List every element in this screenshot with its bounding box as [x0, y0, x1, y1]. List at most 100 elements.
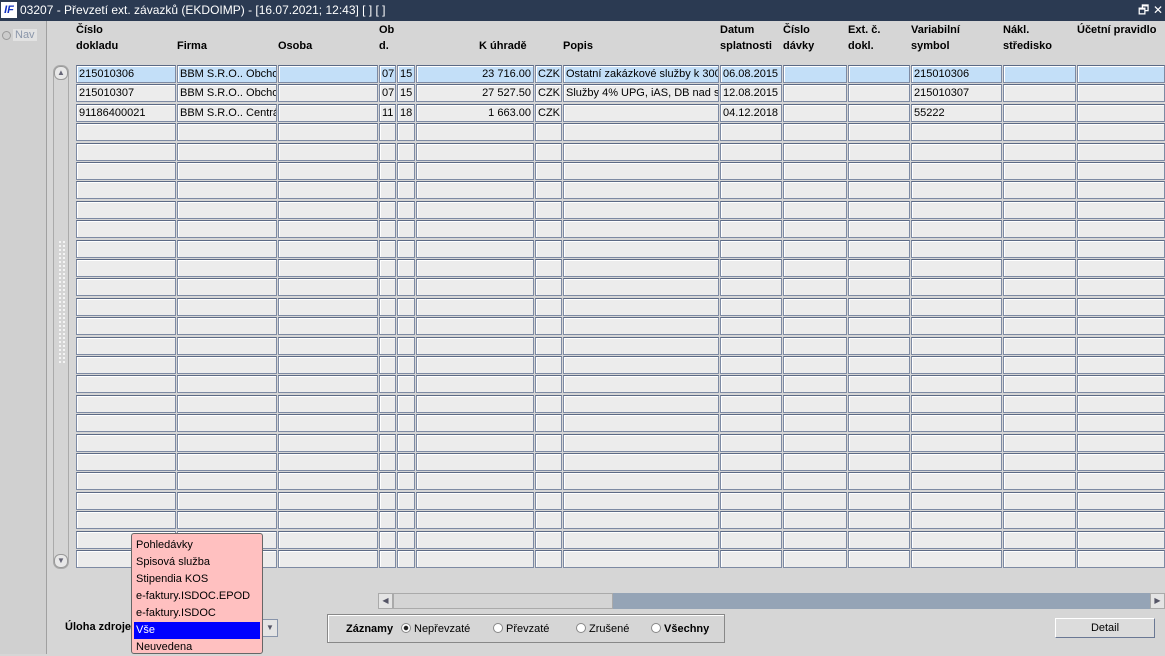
- cell-kuhrade[interactable]: [416, 394, 534, 413]
- cell-firma[interactable]: [177, 278, 277, 297]
- cell-ucet[interactable]: [1077, 530, 1165, 549]
- cell-ob[interactable]: [379, 278, 396, 297]
- cell-doklad[interactable]: [76, 181, 176, 200]
- dropdown-option[interactable]: e-faktury.ISDOC.EPOD: [134, 588, 260, 605]
- cell-ucet[interactable]: [1077, 472, 1165, 491]
- cell-davka[interactable]: [783, 162, 847, 180]
- cell-d[interactable]: [397, 220, 415, 239]
- cell-datum[interactable]: [720, 123, 782, 142]
- cell-doklad[interactable]: [76, 356, 176, 374]
- cell-ob[interactable]: [379, 375, 396, 394]
- cell-ucet[interactable]: [1077, 103, 1165, 122]
- cell-mena[interactable]: [535, 162, 562, 180]
- dropdown-option[interactable]: Stipendia KOS: [134, 571, 260, 588]
- cell-kuhrade[interactable]: [416, 375, 534, 394]
- cell-ob[interactable]: [379, 220, 396, 239]
- cell-vs[interactable]: [911, 200, 1002, 219]
- cell-ob[interactable]: 07: [379, 84, 396, 103]
- cell-ucet[interactable]: [1077, 200, 1165, 219]
- radio-3[interactable]: Všechny: [651, 623, 709, 635]
- cell-osoba[interactable]: [278, 375, 378, 394]
- cell-nakl[interactable]: [1003, 433, 1076, 452]
- cell-mena[interactable]: [535, 414, 562, 433]
- cell-doklad[interactable]: 215010307: [76, 84, 176, 103]
- cell-ob[interactable]: [379, 200, 396, 219]
- cell-davka[interactable]: [783, 433, 847, 452]
- radio-icon[interactable]: [651, 623, 661, 633]
- cell-datum[interactable]: [720, 259, 782, 277]
- cell-datum[interactable]: [720, 278, 782, 297]
- cell-d[interactable]: [397, 200, 415, 219]
- scroll-grip[interactable]: [58, 240, 66, 365]
- cell-vs[interactable]: 55222: [911, 103, 1002, 122]
- cell-nakl[interactable]: [1003, 297, 1076, 316]
- cell-davka[interactable]: [783, 65, 847, 83]
- cell-doklad[interactable]: [76, 200, 176, 219]
- cell-d[interactable]: 18: [397, 103, 415, 122]
- cell-ucet[interactable]: [1077, 65, 1165, 83]
- cell-osoba[interactable]: [278, 181, 378, 200]
- cell-mena[interactable]: [535, 142, 562, 161]
- scroll-up-icon[interactable]: ▲: [54, 66, 68, 80]
- cell-osoba[interactable]: [278, 103, 378, 122]
- cell-popis[interactable]: [563, 550, 719, 568]
- cell-popis[interactable]: [563, 433, 719, 452]
- cell-datum[interactable]: [720, 375, 782, 394]
- cell-davka[interactable]: [783, 491, 847, 510]
- cell-osoba[interactable]: [278, 336, 378, 355]
- cell-kuhrade[interactable]: 27 527.50: [416, 84, 534, 103]
- radio-icon[interactable]: [401, 623, 411, 633]
- cell-nakl[interactable]: [1003, 84, 1076, 103]
- cell-nakl[interactable]: [1003, 162, 1076, 180]
- cell-davka[interactable]: [783, 472, 847, 491]
- cell-osoba[interactable]: [278, 491, 378, 510]
- cell-ucet[interactable]: [1077, 123, 1165, 142]
- cell-kuhrade[interactable]: [416, 530, 534, 549]
- cell-vs[interactable]: [911, 142, 1002, 161]
- cell-kuhrade[interactable]: [416, 511, 534, 530]
- cell-kuhrade[interactable]: [416, 220, 534, 239]
- cell-ob[interactable]: 07: [379, 65, 396, 83]
- cell-davka[interactable]: [783, 530, 847, 549]
- cell-nakl[interactable]: [1003, 491, 1076, 510]
- cell-popis[interactable]: [563, 491, 719, 510]
- cell-davka[interactable]: [783, 259, 847, 277]
- cell-vs[interactable]: [911, 550, 1002, 568]
- cell-popis[interactable]: [563, 511, 719, 530]
- cell-vs[interactable]: [911, 181, 1002, 200]
- cell-datum[interactable]: [720, 297, 782, 316]
- cell-doklad[interactable]: [76, 336, 176, 355]
- cell-kuhrade[interactable]: [416, 278, 534, 297]
- cell-firma[interactable]: [177, 239, 277, 258]
- cell-davka[interactable]: [783, 142, 847, 161]
- cell-mena[interactable]: CZK: [535, 84, 562, 103]
- cell-d[interactable]: [397, 550, 415, 568]
- cell-ext[interactable]: [848, 259, 910, 277]
- cell-nakl[interactable]: [1003, 123, 1076, 142]
- cell-d[interactable]: [397, 394, 415, 413]
- dropdown-option[interactable]: Spisová služba: [134, 554, 260, 571]
- cell-datum[interactable]: [720, 142, 782, 161]
- cell-vs[interactable]: [911, 259, 1002, 277]
- dropdown-option[interactable]: e-faktury.ISDOC: [134, 605, 260, 622]
- cell-ucet[interactable]: [1077, 433, 1165, 452]
- cell-firma[interactable]: [177, 181, 277, 200]
- cell-ucet[interactable]: [1077, 550, 1165, 568]
- cell-ob[interactable]: [379, 181, 396, 200]
- dropdown-option[interactable]: Vše: [134, 622, 260, 639]
- cell-popis[interactable]: [563, 336, 719, 355]
- cell-vs[interactable]: [911, 472, 1002, 491]
- cell-davka[interactable]: [783, 200, 847, 219]
- cell-ob[interactable]: [379, 162, 396, 180]
- cell-mena[interactable]: [535, 530, 562, 549]
- cell-kuhrade[interactable]: [416, 162, 534, 180]
- cell-popis[interactable]: [563, 414, 719, 433]
- cell-datum[interactable]: [720, 317, 782, 336]
- cell-vs[interactable]: [911, 278, 1002, 297]
- cell-datum[interactable]: [720, 433, 782, 452]
- cell-firma[interactable]: [177, 511, 277, 530]
- cell-vs[interactable]: [911, 433, 1002, 452]
- cell-popis[interactable]: [563, 259, 719, 277]
- cell-firma[interactable]: [177, 162, 277, 180]
- cell-nakl[interactable]: [1003, 511, 1076, 530]
